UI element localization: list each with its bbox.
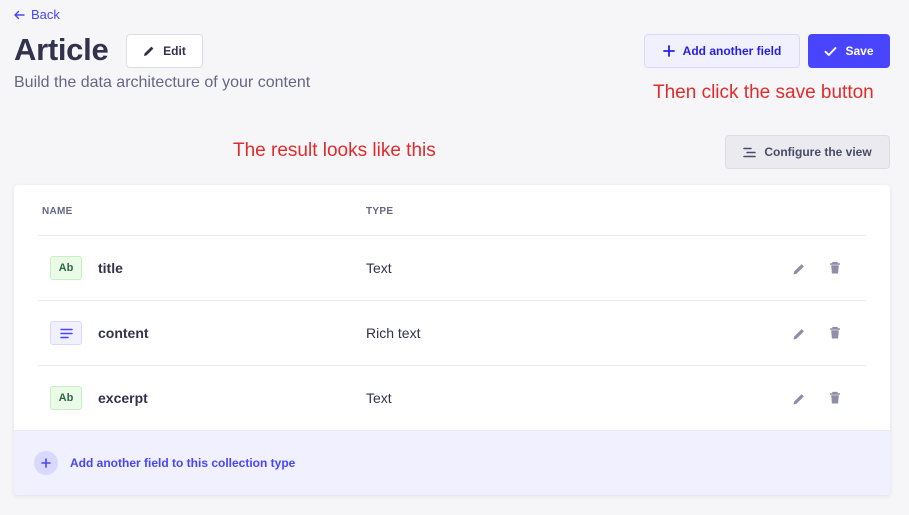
annotation-result-hint: The result looks like this [233,140,436,161]
table-row[interactable]: Ab title Text [38,235,866,300]
page-title: Article [14,32,109,67]
add-another-field-button[interactable]: Add another field [644,34,800,68]
add-field-to-collection-button[interactable]: Add another field to this collection typ… [14,430,890,495]
plus-icon [662,45,675,57]
check-icon [825,46,837,56]
richtext-lines-icon [59,328,73,338]
edit-button[interactable]: Edit [126,34,203,68]
add-field-to-collection-label: Add another field to this collection typ… [70,456,296,470]
badge-label: Ab [58,392,74,404]
configure-view-label: Configure the view [764,145,872,159]
arrow-left-icon [14,10,25,19]
field-name: excerpt [98,390,148,406]
table-row[interactable]: Ab excerpt Text [38,365,866,430]
pencil-icon[interactable] [792,392,806,406]
edit-button-label: Edit [163,44,186,58]
field-name: title [98,260,123,276]
back-link[interactable]: Back [13,7,60,22]
pencil-icon [144,46,154,56]
text-icon: Ab [50,386,82,410]
table-header: NAME TYPE [14,185,890,236]
fields-table: NAME TYPE Ab title Text content Rich tex… [14,185,890,495]
field-name: content [98,325,149,341]
back-link-label: Back [31,7,60,22]
save-button[interactable]: Save [808,34,890,68]
column-header-type: TYPE [366,206,394,217]
page-subtitle: Build the data architecture of your cont… [14,74,311,91]
richtext-icon [50,321,82,345]
field-type: Text [366,390,392,406]
annotation-save-hint: Then click the save button [653,82,874,103]
field-type: Rich text [366,325,421,341]
plus-icon [41,458,51,468]
text-icon: Ab [50,256,82,280]
save-button-label: Save [845,44,874,58]
add-another-field-label: Add another field [682,44,782,58]
pencil-icon[interactable] [792,262,806,276]
plus-circle-icon [34,451,58,475]
badge-label: Ab [58,262,74,274]
field-type: Text [366,260,392,276]
trash-icon[interactable] [828,391,842,405]
trash-icon[interactable] [828,326,842,340]
configure-view-button[interactable]: Configure the view [725,135,890,169]
column-header-name: NAME [42,206,73,217]
list-settings-icon [743,147,757,157]
table-row[interactable]: content Rich text [38,300,866,365]
trash-icon[interactable] [828,261,842,275]
pencil-icon[interactable] [792,327,806,341]
